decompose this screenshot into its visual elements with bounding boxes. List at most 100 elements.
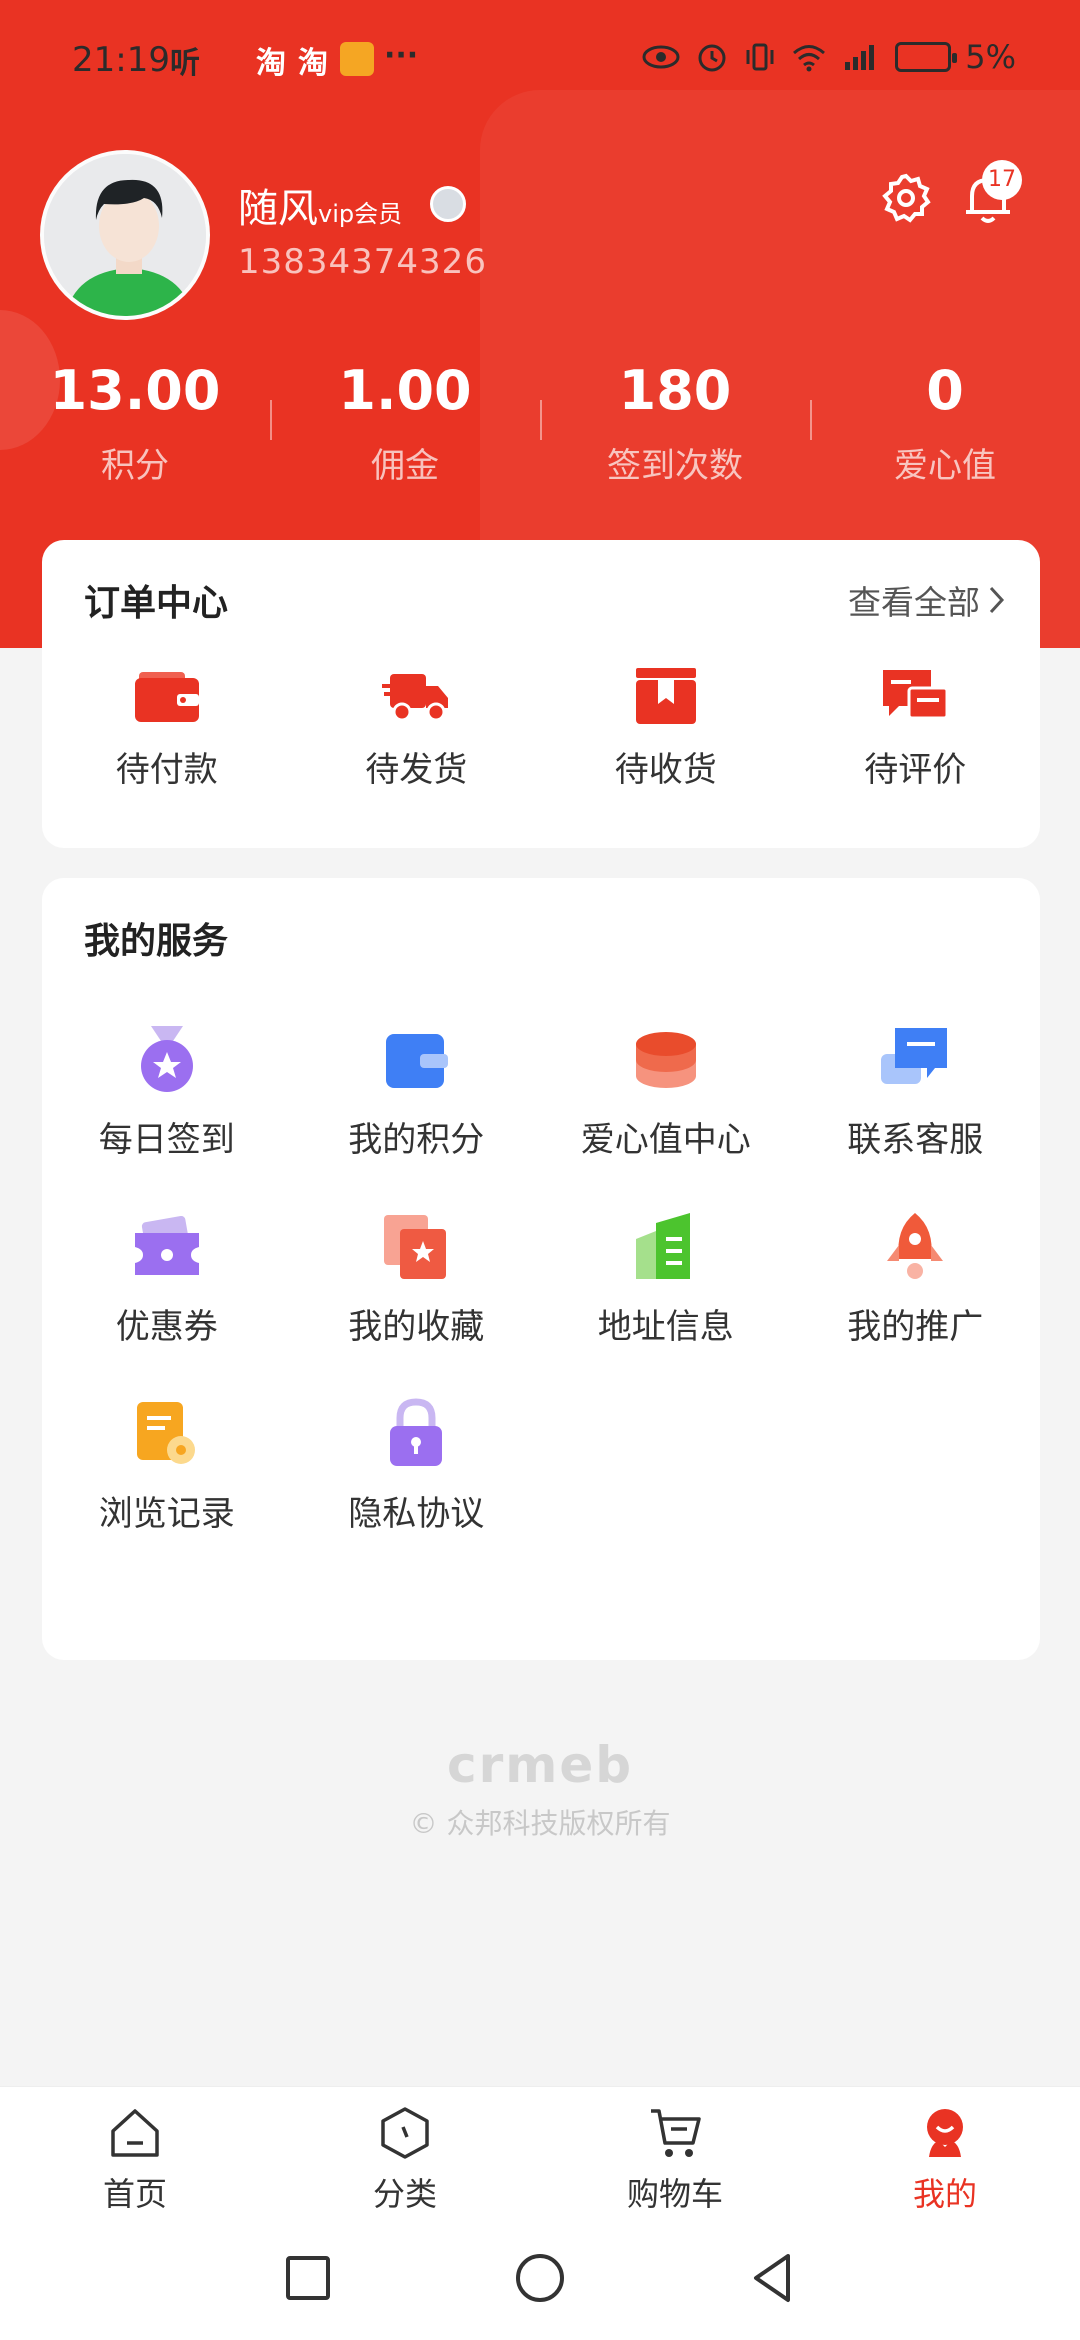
status-bar: 21:19 听 淘 淘 ··· 5% (0, 0, 1080, 120)
order-pending-payment[interactable]: 待付款 (42, 660, 292, 791)
order-center-card: 订单中心 查看全部 待付款 待发货 待收货 待评价 (42, 540, 1040, 848)
tab-home[interactable]: 首页 (0, 2087, 270, 2226)
review-icon (883, 670, 949, 720)
service-label: 我的收藏 (348, 1307, 485, 1347)
order-center-title: 订单中心 (84, 583, 229, 624)
lock-icon (390, 1398, 443, 1466)
status-time: 21:19 (72, 40, 170, 80)
chevron-right-icon (989, 586, 1005, 614)
service-label: 浏览记录 (98, 1494, 235, 1534)
status-more: ··· (384, 38, 419, 73)
building-icon (635, 1213, 690, 1279)
service-favorites[interactable]: 我的收藏 (292, 1209, 542, 1348)
tab-cart[interactable]: 购物车 (540, 2087, 810, 2226)
coins-stack-icon (635, 1032, 696, 1088)
order-item-label: 待评价 (864, 750, 967, 790)
stat-commission[interactable]: 1.00 佣金 (270, 352, 540, 492)
stats-row: 13.00 积分 1.00 佣金 180 签到次数 0 爱心值 (0, 352, 1080, 492)
home-icon (111, 2109, 159, 2157)
package-icon (635, 668, 696, 724)
tab-label: 购物车 (626, 2175, 723, 2213)
stat-signin-count[interactable]: 180 签到次数 (540, 352, 810, 492)
stat-label: 签到次数 (607, 446, 743, 486)
back-icon[interactable] (744, 2250, 800, 2306)
history-icon (136, 1402, 195, 1464)
tab-label: 我的 (912, 2175, 977, 2213)
tab-profile[interactable]: 我的 (810, 2087, 1080, 2226)
stat-points[interactable]: 13.00 积分 (0, 352, 270, 492)
stat-value: 180 (618, 359, 732, 422)
stat-label: 爱心值 (894, 446, 996, 486)
battery-level: 5% (965, 38, 1016, 76)
order-item-label: 待收货 (614, 750, 717, 790)
cart-icon (651, 2109, 701, 2157)
vip-badge-icon (430, 186, 466, 222)
tab-label: 分类 (372, 2175, 437, 2213)
status-app-icon: 听 (170, 46, 200, 81)
truck-icon (382, 674, 449, 722)
status-app-icon: 淘 (298, 46, 328, 81)
stat-value: 0 (926, 359, 964, 422)
service-customer-support[interactable]: 联系客服 (791, 1022, 1041, 1161)
member-tag: vip会员 (318, 200, 403, 228)
notification-badge: 17 (982, 160, 1022, 200)
order-pending-receipt[interactable]: 待收货 (541, 660, 791, 791)
signal-icon (845, 45, 875, 70)
favorite-icon (384, 1215, 447, 1279)
service-browse-history[interactable]: 浏览记录 (42, 1396, 292, 1535)
home-button-icon[interactable] (512, 2250, 568, 2306)
service-label: 隐私协议 (348, 1494, 485, 1534)
user-phone: 13834374326 (238, 242, 487, 282)
stat-label: 佣金 (371, 446, 439, 486)
chat-icon (881, 1028, 948, 1084)
bottom-tab-bar: 首页 分类 购物车 我的 (0, 2086, 1080, 2226)
service-address[interactable]: 地址信息 (541, 1209, 791, 1348)
recent-apps-icon[interactable] (280, 2250, 336, 2306)
service-promotion[interactable]: 我的推广 (791, 1209, 1041, 1348)
service-label: 每日签到 (98, 1120, 235, 1160)
service-my-points[interactable]: 我的积分 (292, 1022, 542, 1161)
stat-love-value[interactable]: 0 爱心值 (810, 352, 1080, 492)
category-icon (381, 2107, 429, 2159)
service-label: 我的推广 (847, 1307, 984, 1347)
service-daily-signin[interactable]: 每日签到 (42, 1022, 292, 1161)
profile-icon (927, 2109, 963, 2157)
avatar-image (44, 154, 206, 316)
status-app-icon: 淘 (256, 46, 286, 81)
service-label: 联系客服 (847, 1120, 984, 1160)
points-wallet-icon (386, 1034, 449, 1088)
order-pending-review[interactable]: 待评价 (791, 660, 1041, 791)
service-love-center[interactable]: 爱心值中心 (541, 1022, 791, 1161)
tab-category[interactable]: 分类 (270, 2087, 540, 2226)
view-all-orders-link[interactable]: 查看全部 (848, 576, 1008, 624)
order-item-label: 待发货 (365, 750, 468, 790)
system-nav-bar (0, 2226, 1080, 2340)
avatar[interactable] (40, 150, 210, 320)
service-label: 我的积分 (348, 1120, 485, 1160)
service-label: 地址信息 (597, 1307, 734, 1347)
my-services-card: 我的服务 每日签到 我的积分 爱心值中心 联系客服 优惠券 我的收藏 地址信息 … (42, 878, 1040, 1660)
vibrate-icon (746, 43, 774, 71)
settings-gear-icon[interactable] (878, 170, 934, 226)
user-name: 随风vip会员 (238, 186, 403, 232)
tab-label: 首页 (102, 2175, 167, 2213)
stat-value: 13.00 (49, 359, 221, 422)
eye-icon (642, 45, 680, 69)
stat-label: 积分 (101, 446, 169, 486)
status-app-icon (340, 42, 374, 76)
service-label: 优惠券 (115, 1307, 218, 1347)
wallet-icon (134, 672, 199, 722)
alarm-icon (698, 44, 726, 72)
stat-value: 1.00 (338, 359, 472, 422)
medal-icon (140, 1026, 193, 1092)
service-coupons[interactable]: 优惠券 (42, 1209, 292, 1348)
battery-icon (895, 42, 958, 72)
rocket-icon (887, 1213, 944, 1279)
wifi-icon (793, 45, 826, 72)
my-services-title: 我的服务 (84, 921, 229, 962)
service-privacy-policy[interactable]: 隐私协议 (292, 1396, 542, 1535)
order-pending-shipment[interactable]: 待发货 (292, 660, 542, 791)
order-item-label: 待付款 (115, 750, 218, 790)
service-label: 爱心值中心 (580, 1120, 751, 1160)
crmeb-logo: crmeb (446, 1736, 634, 1794)
